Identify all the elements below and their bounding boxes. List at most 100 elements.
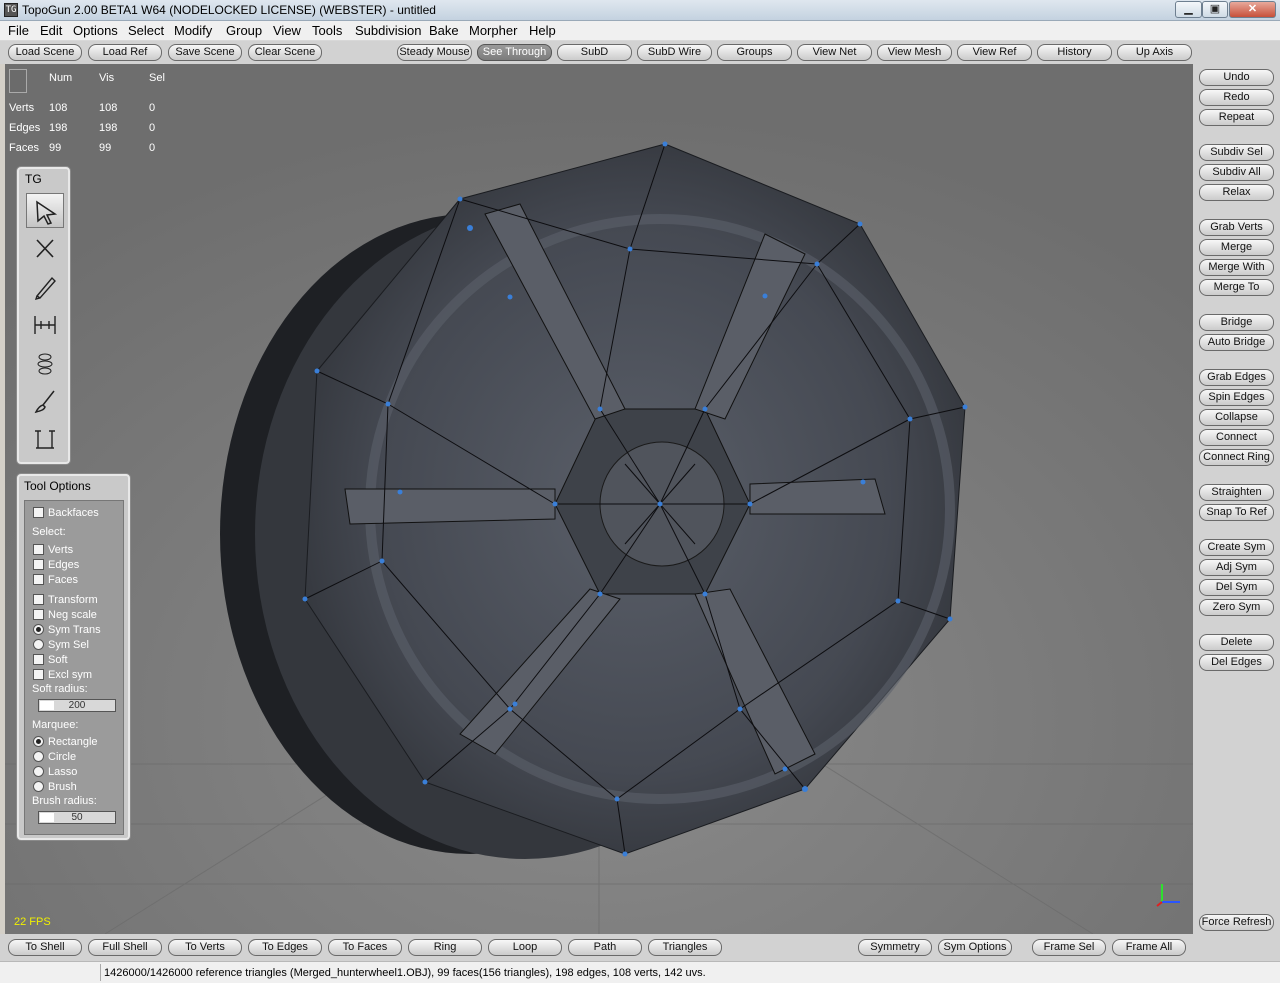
grab-verts-button[interactable]: Grab Verts <box>1199 219 1274 236</box>
to-verts-button[interactable]: To Verts <box>168 939 242 956</box>
subd-button[interactable]: SubD <box>557 44 632 61</box>
connect-ring-button[interactable]: Connect Ring <box>1199 449 1274 466</box>
sym-sel-radio[interactable]: Sym Sel <box>33 638 89 652</box>
to-faces-button[interactable]: To Faces <box>328 939 402 956</box>
create-sym-button[interactable]: Create Sym <box>1199 539 1274 556</box>
draw-tool-icon[interactable] <box>26 269 64 304</box>
menu-view[interactable]: View <box>271 23 303 38</box>
checkbox-icon <box>33 654 44 665</box>
triangles-button[interactable]: Triangles <box>648 939 722 956</box>
view-ref-button[interactable]: View Ref <box>957 44 1032 61</box>
collapse-button[interactable]: Collapse <box>1199 409 1274 426</box>
menu-modify[interactable]: Modify <box>172 23 214 38</box>
marquee-brush-radio[interactable]: Brush <box>33 780 77 794</box>
clear-scene-button[interactable]: Clear Scene <box>248 44 322 61</box>
relax-button[interactable]: Relax <box>1199 184 1274 201</box>
merge-to-button[interactable]: Merge To <box>1199 279 1274 296</box>
marquee-lasso-radio[interactable]: Lasso <box>33 765 77 779</box>
tubes-tool-icon[interactable] <box>26 345 64 380</box>
frame-all-button[interactable]: Frame All <box>1112 939 1186 956</box>
brush-radius-slider[interactable]: 50 <box>38 811 116 824</box>
select-verts-checkbox[interactable]: Verts <box>33 543 73 557</box>
merge-button[interactable]: Merge <box>1199 239 1274 256</box>
tg-logo-icon <box>9 69 27 93</box>
redo-button[interactable]: Redo <box>1199 89 1274 106</box>
menu-subdivision[interactable]: Subdivision <box>353 23 424 38</box>
backfaces-checkbox[interactable]: Backfaces <box>33 506 99 520</box>
path-button[interactable]: Path <box>568 939 642 956</box>
load-scene-button[interactable]: Load Scene <box>8 44 82 61</box>
view-mesh-button[interactable]: View Mesh <box>877 44 952 61</box>
subd-wire-button[interactable]: SubD Wire <box>637 44 712 61</box>
view-net-button[interactable]: View Net <box>797 44 872 61</box>
transform-checkbox[interactable]: Transform <box>33 593 98 607</box>
force-refresh-button[interactable]: Force Refresh <box>1199 914 1274 931</box>
minimize-icon[interactable]: ▁ <box>1175 1 1202 18</box>
groups-button[interactable]: Groups <box>717 44 792 61</box>
spin-edges-button[interactable]: Spin Edges <box>1199 389 1274 406</box>
symmetry-button[interactable]: Symmetry <box>858 939 932 956</box>
del-edges-button[interactable]: Del Edges <box>1199 654 1274 671</box>
straighten-button[interactable]: Straighten <box>1199 484 1274 501</box>
menu-group[interactable]: Group <box>224 23 264 38</box>
snap-to-ref-button[interactable]: Snap To Ref <box>1199 504 1274 521</box>
bridge-tool-icon[interactable] <box>26 307 64 342</box>
grab-edges-button[interactable]: Grab Edges <box>1199 369 1274 386</box>
repeat-button[interactable]: Repeat <box>1199 109 1274 126</box>
slider-knob[interactable] <box>40 701 54 710</box>
maximize-icon[interactable]: ▣ <box>1202 1 1228 18</box>
frame-sel-button[interactable]: Frame Sel <box>1032 939 1106 956</box>
bridge-button[interactable]: Bridge <box>1199 314 1274 331</box>
menu-file[interactable]: File <box>6 23 31 38</box>
history-button[interactable]: History <box>1037 44 1112 61</box>
merge-with-button[interactable]: Merge With <box>1199 259 1274 276</box>
menu-tools[interactable]: Tools <box>310 23 344 38</box>
menu-bake[interactable]: Bake <box>427 23 461 38</box>
radio-icon <box>33 781 44 792</box>
full-shell-button[interactable]: Full Shell <box>88 939 162 956</box>
zero-sym-button[interactable]: Zero Sym <box>1199 599 1274 616</box>
menu-help[interactable]: Help <box>527 23 558 38</box>
save-scene-button[interactable]: Save Scene <box>168 44 242 61</box>
select-faces-checkbox[interactable]: Faces <box>33 573 78 587</box>
see-through-button[interactable]: See Through <box>477 44 552 61</box>
del-sym-button[interactable]: Del Sym <box>1199 579 1274 596</box>
marquee-rectangle-radio[interactable]: Rectangle <box>33 735 98 749</box>
sym-trans-radio[interactable]: Sym Trans <box>33 623 101 637</box>
marquee-header: Marquee: <box>32 719 79 731</box>
select-tool-icon[interactable] <box>26 193 64 228</box>
checkbox-icon <box>33 544 44 555</box>
soft-radius-slider[interactable]: 200 <box>38 699 116 712</box>
ring-button[interactable]: Ring <box>408 939 482 956</box>
menu-edit[interactable]: Edit <box>38 23 64 38</box>
menu-select[interactable]: Select <box>126 23 166 38</box>
menu-morpher[interactable]: Morpher <box>467 23 519 38</box>
cut-tool-icon[interactable] <box>26 231 64 266</box>
close-icon[interactable]: ✕ <box>1229 1 1276 18</box>
radio-icon <box>33 751 44 762</box>
load-ref-button[interactable]: Load Ref <box>88 44 162 61</box>
up-axis-button[interactable]: Up Axis <box>1117 44 1192 61</box>
loop-button[interactable]: Loop <box>488 939 562 956</box>
auto-bridge-button[interactable]: Auto Bridge <box>1199 334 1274 351</box>
menu-options[interactable]: Options <box>71 23 120 38</box>
3d-viewport[interactable]: Num Vis Sel Verts 108 108 0 Edges 198 19… <box>5 64 1193 934</box>
to-edges-button[interactable]: To Edges <box>248 939 322 956</box>
steady-mouse-button[interactable]: Steady Mouse <box>397 44 472 61</box>
connect-button[interactable]: Connect <box>1199 429 1274 446</box>
to-shell-button[interactable]: To Shell <box>8 939 82 956</box>
soft-checkbox[interactable]: Soft <box>33 653 68 667</box>
undo-button[interactable]: Undo <box>1199 69 1274 86</box>
subdiv-sel-button[interactable]: Subdiv Sel <box>1199 144 1274 161</box>
slider-knob[interactable] <box>40 813 54 822</box>
excl-sym-checkbox[interactable]: Excl sym <box>33 668 92 682</box>
extrude-tool-icon[interactable] <box>26 421 64 456</box>
sym-options-button[interactable]: Sym Options <box>938 939 1012 956</box>
delete-button[interactable]: Delete <box>1199 634 1274 651</box>
select-edges-checkbox[interactable]: Edges <box>33 558 79 572</box>
adj-sym-button[interactable]: Adj Sym <box>1199 559 1274 576</box>
subdiv-all-button[interactable]: Subdiv All <box>1199 164 1274 181</box>
brush-tool-icon[interactable] <box>26 383 64 418</box>
marquee-circle-radio[interactable]: Circle <box>33 750 76 764</box>
neg-scale-checkbox[interactable]: Neg scale <box>33 608 97 622</box>
